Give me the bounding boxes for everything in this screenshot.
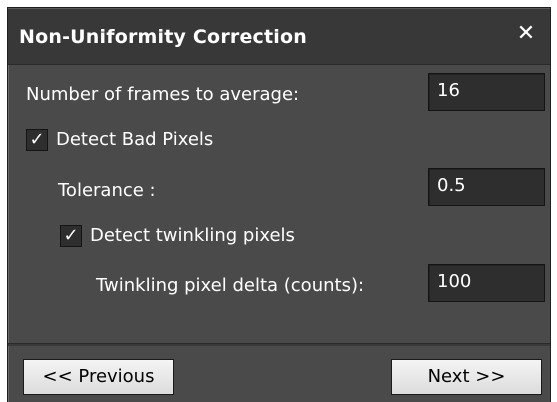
detect-bad-pixels-checkbox[interactable]: ✓ [26,129,48,151]
detect-twinkling-checkbox[interactable]: ✓ [60,225,82,247]
tolerance-input[interactable]: 0.5 [428,168,545,206]
next-button[interactable]: Next >> [391,359,542,395]
title-bar: Non-Uniformity Correction ✕ [8,8,550,65]
previous-button[interactable]: << Previous [23,359,174,395]
close-icon[interactable]: ✕ [514,22,538,46]
twinkling-delta-input[interactable]: 100 [428,264,545,302]
frames-input[interactable]: 16 [428,73,545,111]
twinkling-delta-label: Twinkling pixel delta (counts): [96,275,365,296]
frames-label: Number of frames to average: [26,84,300,105]
button-separator [8,343,550,346]
nuc-dialog: Non-Uniformity Correction ✕ Number of fr… [7,7,551,402]
tolerance-label: Tolerance : [58,180,156,201]
dialog-title: Non-Uniformity Correction [19,26,307,48]
detect-bad-pixels-label[interactable]: Detect Bad Pixels [56,129,213,150]
detect-twinkling-label[interactable]: Detect twinkling pixels [90,225,295,246]
